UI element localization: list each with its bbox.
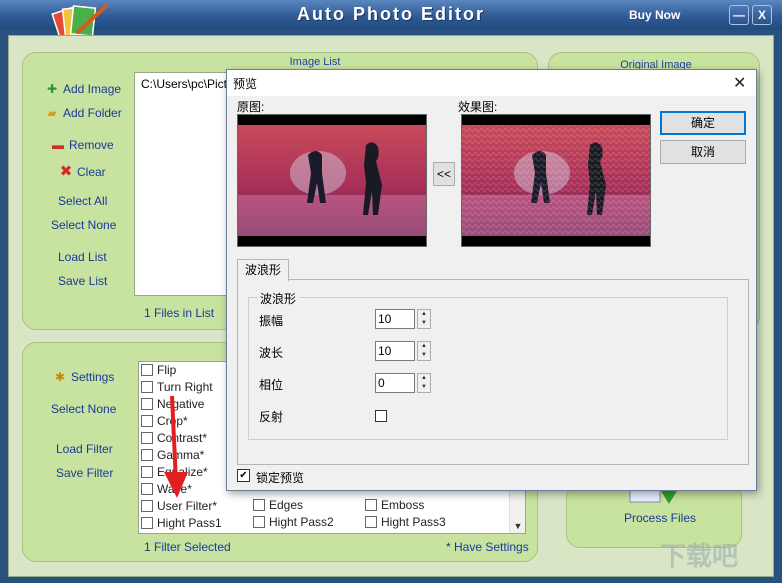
spin-up-icon[interactable]: ▲ xyxy=(418,310,430,319)
param-label: 波长 xyxy=(259,346,284,360)
spin-down-icon[interactable]: ▼ xyxy=(418,383,430,392)
filter-label: Hight Pass3 xyxy=(381,515,446,529)
red-arrow-annotation xyxy=(164,395,188,498)
filter-item[interactable]: Hight Pass3 xyxy=(365,515,446,529)
filter-checkbox[interactable] xyxy=(365,499,377,511)
filter-checkbox[interactable] xyxy=(253,499,265,511)
filter-item[interactable]: Emboss xyxy=(365,498,424,512)
filter-label: Flip xyxy=(157,363,177,377)
remove-label: Remove xyxy=(69,138,114,152)
copy-to-original-button[interactable]: << xyxy=(433,162,455,186)
have-settings-note: * Have Settings xyxy=(446,540,529,554)
minimize-button[interactable]: — xyxy=(729,5,749,25)
x-icon: ✖ xyxy=(59,163,73,180)
process-files-button[interactable]: Process Files xyxy=(624,511,696,525)
preview-dialog: 预览 ✕ 原图: 效果图: << 确定 取消 波浪形 波浪形 振幅 10 ▲ ▼… xyxy=(226,69,757,491)
effect-preview-image xyxy=(461,114,651,247)
clear-label: Clear xyxy=(77,165,106,179)
param-spinner[interactable]: ▲ ▼ xyxy=(417,373,431,393)
spin-down-icon[interactable]: ▼ xyxy=(418,319,430,328)
filter-item[interactable]: Flip xyxy=(141,363,176,377)
settings-button[interactable]: ✱ Settings xyxy=(52,370,114,384)
load-filter-button[interactable]: Load Filter xyxy=(56,442,113,456)
watermark-logo: 下载吧 xyxy=(660,541,739,571)
filter-checkbox[interactable] xyxy=(141,449,153,461)
filter-label: Hight Pass1 xyxy=(157,516,222,530)
plus-icon: ✚ xyxy=(46,82,58,96)
ok-button[interactable]: 确定 xyxy=(660,111,746,135)
image-list-box[interactable]: C:\Users\pc\Pictu xyxy=(134,72,234,296)
reflect-checkbox[interactable] xyxy=(375,410,387,422)
filter-item[interactable]: Hight Pass1 xyxy=(141,516,222,530)
filter-label: Emboss xyxy=(381,498,425,512)
cancel-button[interactable]: 取消 xyxy=(660,140,746,164)
select-none-button[interactable]: Select None xyxy=(51,218,116,232)
spin-up-icon[interactable]: ▲ xyxy=(418,342,430,351)
files-count: 1 Files in List xyxy=(144,306,215,320)
param-input[interactable]: 10 xyxy=(375,341,415,361)
close-button[interactable]: X xyxy=(752,5,772,25)
param-spinner[interactable]: ▲ ▼ xyxy=(417,341,431,361)
tab-wave[interactable]: 波浪形 xyxy=(237,259,289,281)
filter-select-none-button[interactable]: Select None xyxy=(51,402,116,416)
filter-checkbox[interactable] xyxy=(365,516,377,528)
minus-icon: ▬ xyxy=(52,138,64,152)
filter-item[interactable]: Hight Pass2 xyxy=(253,515,334,529)
dialog-close-icon[interactable]: ✕ xyxy=(733,73,746,93)
clear-button[interactable]: ✖ Clear xyxy=(58,162,106,180)
param-label: 振幅 xyxy=(259,314,284,328)
add-folder-button[interactable]: ▰ Add Folder xyxy=(44,106,122,120)
remove-button[interactable]: ▬ Remove xyxy=(50,138,114,152)
lock-preview-checkbox[interactable]: ✔ xyxy=(237,469,250,482)
param-label: 相位 xyxy=(259,378,284,392)
load-list-button[interactable]: Load List xyxy=(58,250,107,264)
lock-preview-label: 锁定预览 xyxy=(256,471,305,485)
filter-checkbox[interactable] xyxy=(141,415,153,427)
filter-checkbox[interactable] xyxy=(141,517,153,529)
dialog-title: 预览 xyxy=(233,77,258,91)
image-list-title: Image List xyxy=(289,56,341,68)
filter-checkbox[interactable] xyxy=(253,516,265,528)
save-list-button[interactable]: Save List xyxy=(58,274,107,288)
filter-checkbox[interactable] xyxy=(141,483,153,495)
original-preview-image xyxy=(237,114,427,247)
original-label: 原图: xyxy=(237,100,265,114)
filters-selected-count: 1 Filter Selected xyxy=(144,540,231,554)
param-input[interactable]: 10 xyxy=(375,309,415,329)
param-spinner[interactable]: ▲ ▼ xyxy=(417,309,431,329)
image-path-item[interactable]: C:\Users\pc\Pictu xyxy=(141,77,234,91)
buy-now-link[interactable]: Buy Now xyxy=(629,8,680,22)
gear-icon: ✱ xyxy=(54,370,66,384)
filter-checkbox[interactable] xyxy=(141,466,153,478)
effect-label: 效果图: xyxy=(458,100,498,114)
filter-label: Edges xyxy=(269,498,304,512)
filter-label: Hight Pass2 xyxy=(269,515,334,529)
settings-label: Settings xyxy=(71,370,115,384)
scroll-down-icon[interactable]: ▼ xyxy=(510,521,526,531)
wave-group-title: 波浪形 xyxy=(257,290,300,307)
reflect-label: 反射 xyxy=(259,410,284,424)
wave-groupbox xyxy=(248,297,728,440)
save-filter-button[interactable]: Save Filter xyxy=(56,466,113,480)
filter-checkbox[interactable] xyxy=(141,381,153,393)
dialog-title-bar xyxy=(227,70,756,96)
param-input[interactable]: 0 xyxy=(375,373,415,393)
filter-checkbox[interactable] xyxy=(141,398,153,410)
spin-up-icon[interactable]: ▲ xyxy=(418,374,430,383)
filter-checkbox[interactable] xyxy=(141,432,153,444)
filter-checkbox[interactable] xyxy=(141,364,153,376)
add-folder-label: Add Folder xyxy=(63,106,122,120)
folder-icon: ▰ xyxy=(47,106,57,120)
filter-item[interactable]: Edges xyxy=(253,498,303,512)
add-image-button[interactable]: ✚ Add Image xyxy=(44,82,121,96)
add-image-label: Add Image xyxy=(63,82,122,96)
filter-checkbox[interactable] xyxy=(141,500,153,512)
spin-down-icon[interactable]: ▼ xyxy=(418,351,430,360)
select-all-button[interactable]: Select All xyxy=(58,194,107,208)
